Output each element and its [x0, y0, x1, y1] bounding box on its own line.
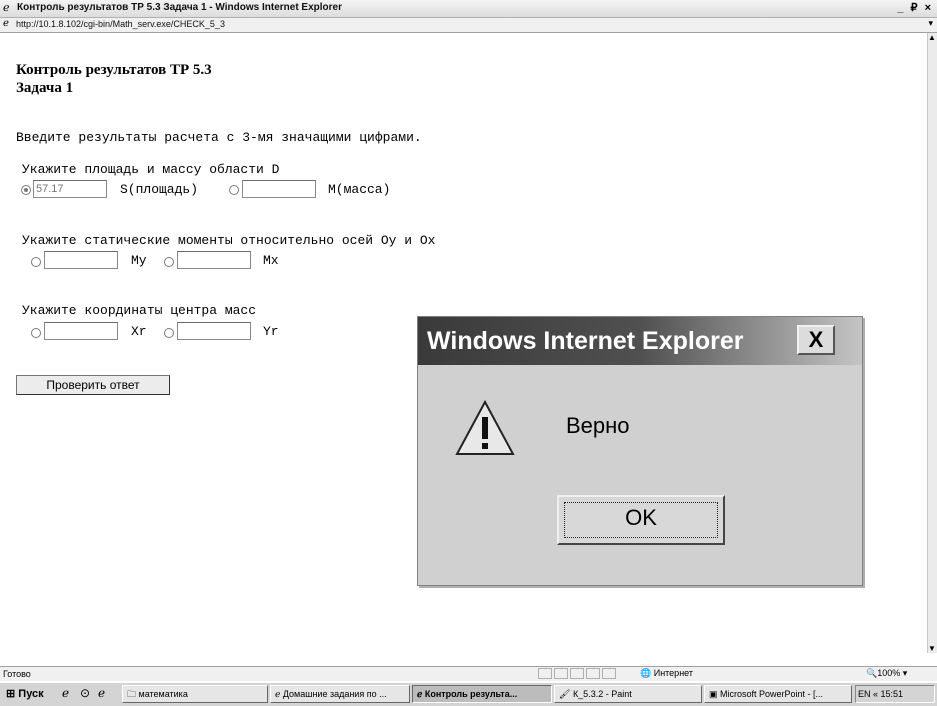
taskbar-item-homework[interactable]: ℯ Домашние задания по ... [270, 685, 410, 703]
my-label: My [131, 253, 147, 268]
powerpoint-icon: ▣ [709, 689, 721, 699]
radio-xr[interactable] [31, 328, 41, 338]
media-quicklaunch-icon[interactable]: ⊙ [80, 686, 90, 700]
scroll-up-icon[interactable]: ▲ [928, 33, 936, 42]
window-title: Контроль результатов ТР 5.3 Задача 1 - W… [17, 2, 343, 13]
zoom-level[interactable]: 🔍100% ▾ [866, 668, 907, 679]
dialog-title: Windows Internet Explorer [427, 327, 744, 355]
dialog-ok-button[interactable]: OK [557, 495, 725, 545]
dialog-titlebar: Windows Internet Explorer X [418, 317, 862, 365]
start-button[interactable]: ⊞ Пуск [2, 685, 48, 703]
area-input[interactable] [33, 180, 107, 198]
ie-quicklaunch-icon[interactable]: ℯ [62, 686, 69, 700]
xr-input[interactable] [44, 322, 118, 340]
paint-icon: 🖌 [559, 689, 573, 699]
folder-icon: 🗀 [127, 689, 139, 699]
mx-input[interactable] [177, 251, 251, 269]
window-titlebar: ℯ Контроль результатов ТР 5.3 Задача 1 -… [0, 0, 937, 18]
mass-input[interactable] [242, 180, 316, 198]
section1-label: Укажите площадь и массу области D [22, 162, 280, 177]
heading-line1: Контроль результатов ТР 5.3 [16, 62, 212, 78]
warning-icon [455, 399, 515, 455]
address-bar[interactable]: ℯ http://10.1.8.102/cgi-bin/Math_serv.ex… [0, 18, 937, 33]
window-controls[interactable]: _ ₽ × [897, 1, 933, 14]
xr-label: Xr [131, 324, 147, 339]
taskbar-item-powerpoint[interactable]: ▣ Microsoft PowerPoint - [... [704, 685, 852, 703]
browser-quicklaunch-icon[interactable]: ℯ [98, 686, 105, 700]
radio-my[interactable] [31, 257, 41, 267]
area-label: S(площадь) [120, 182, 199, 197]
status-panels [538, 668, 618, 681]
ok-label: OK [564, 502, 718, 538]
status-bar: Готово 🌐 Интернет 🔍100% ▾ [0, 666, 937, 681]
security-zone[interactable]: 🌐 Интернет [640, 668, 693, 679]
taskbar: ⊞ Пуск ℯ ⊙ ℯ 🗀 математика ℯ Домашние зад… [0, 682, 937, 706]
system-tray: EN « 15:51 [855, 685, 935, 703]
section2-label: Укажите статические моменты относительно… [22, 233, 436, 248]
radio-mx[interactable] [164, 257, 174, 267]
mx-label: Mx [263, 253, 279, 268]
ie-icon: ℯ [275, 689, 283, 699]
dialog-message: Верно [566, 413, 630, 438]
yr-input[interactable] [177, 322, 251, 340]
page-icon: ℯ [3, 18, 9, 29]
windows-logo-icon: ⊞ [6, 688, 19, 700]
ie-icon: ℯ [417, 689, 425, 699]
scroll-down-icon[interactable]: ▼ [928, 644, 936, 653]
address-url[interactable]: http://10.1.8.102/cgi-bin/Math_serv.exe/… [16, 19, 225, 29]
vertical-scrollbar[interactable]: ▲ ▼ [927, 33, 937, 653]
mass-label: M(масса) [328, 182, 391, 197]
radio-mass[interactable] [229, 185, 239, 195]
my-input[interactable] [44, 251, 118, 269]
check-answer-button[interactable]: Проверить ответ [16, 375, 170, 395]
radio-area[interactable] [21, 185, 31, 195]
radio-yr[interactable] [164, 328, 174, 338]
page-heading: Контроль результатов ТР 5.3 Задача 1 [16, 61, 212, 97]
instruction-text: Введите результаты расчета с 3-мя значащ… [16, 130, 422, 145]
section3-label: Укажите координаты центра масс [22, 303, 257, 318]
alert-dialog: Windows Internet Explorer X Верно OK [417, 316, 863, 586]
globe-icon: 🌐 [640, 668, 654, 678]
taskbar-item-paint[interactable]: 🖌 К_5.3.2 - Paint [554, 685, 702, 703]
taskbar-item-control[interactable]: ℯ Контроль результа... [412, 685, 552, 703]
zoom-icon: 🔍 [866, 668, 878, 678]
ie-icon: ℯ [3, 2, 10, 14]
taskbar-item-folder[interactable]: 🗀 математика [122, 685, 268, 703]
status-text: Готово [3, 669, 31, 679]
yr-label: Yr [263, 324, 279, 339]
address-dropdown-icon[interactable]: ▾ [928, 18, 933, 29]
dialog-close-button[interactable]: X [797, 325, 835, 355]
heading-line2: Задача 1 [16, 80, 74, 96]
